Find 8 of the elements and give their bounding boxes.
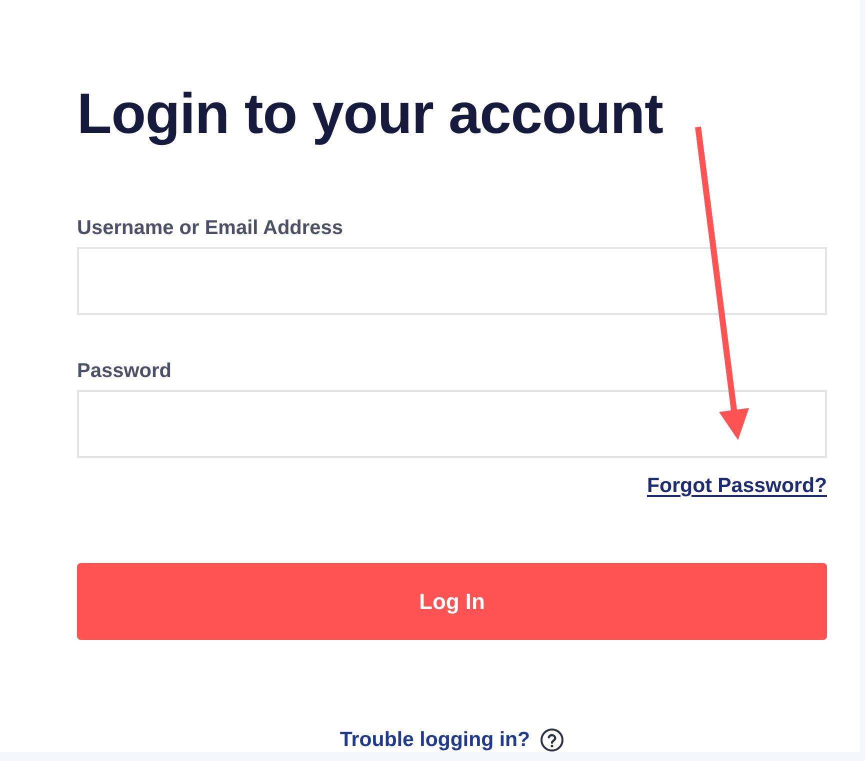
field-label: Password <box>77 359 172 383</box>
forgot-password-link[interactable]: Forgot Password? <box>647 474 827 498</box>
help-icon[interactable] <box>540 728 564 752</box>
input-field[interactable] <box>77 390 827 458</box>
page-heading: Login to your account <box>77 81 663 148</box>
help-link[interactable]: Trouble logging in? <box>340 728 530 752</box>
field-label: Username or Email Address <box>77 216 344 240</box>
input-field[interactable] <box>77 247 827 315</box>
